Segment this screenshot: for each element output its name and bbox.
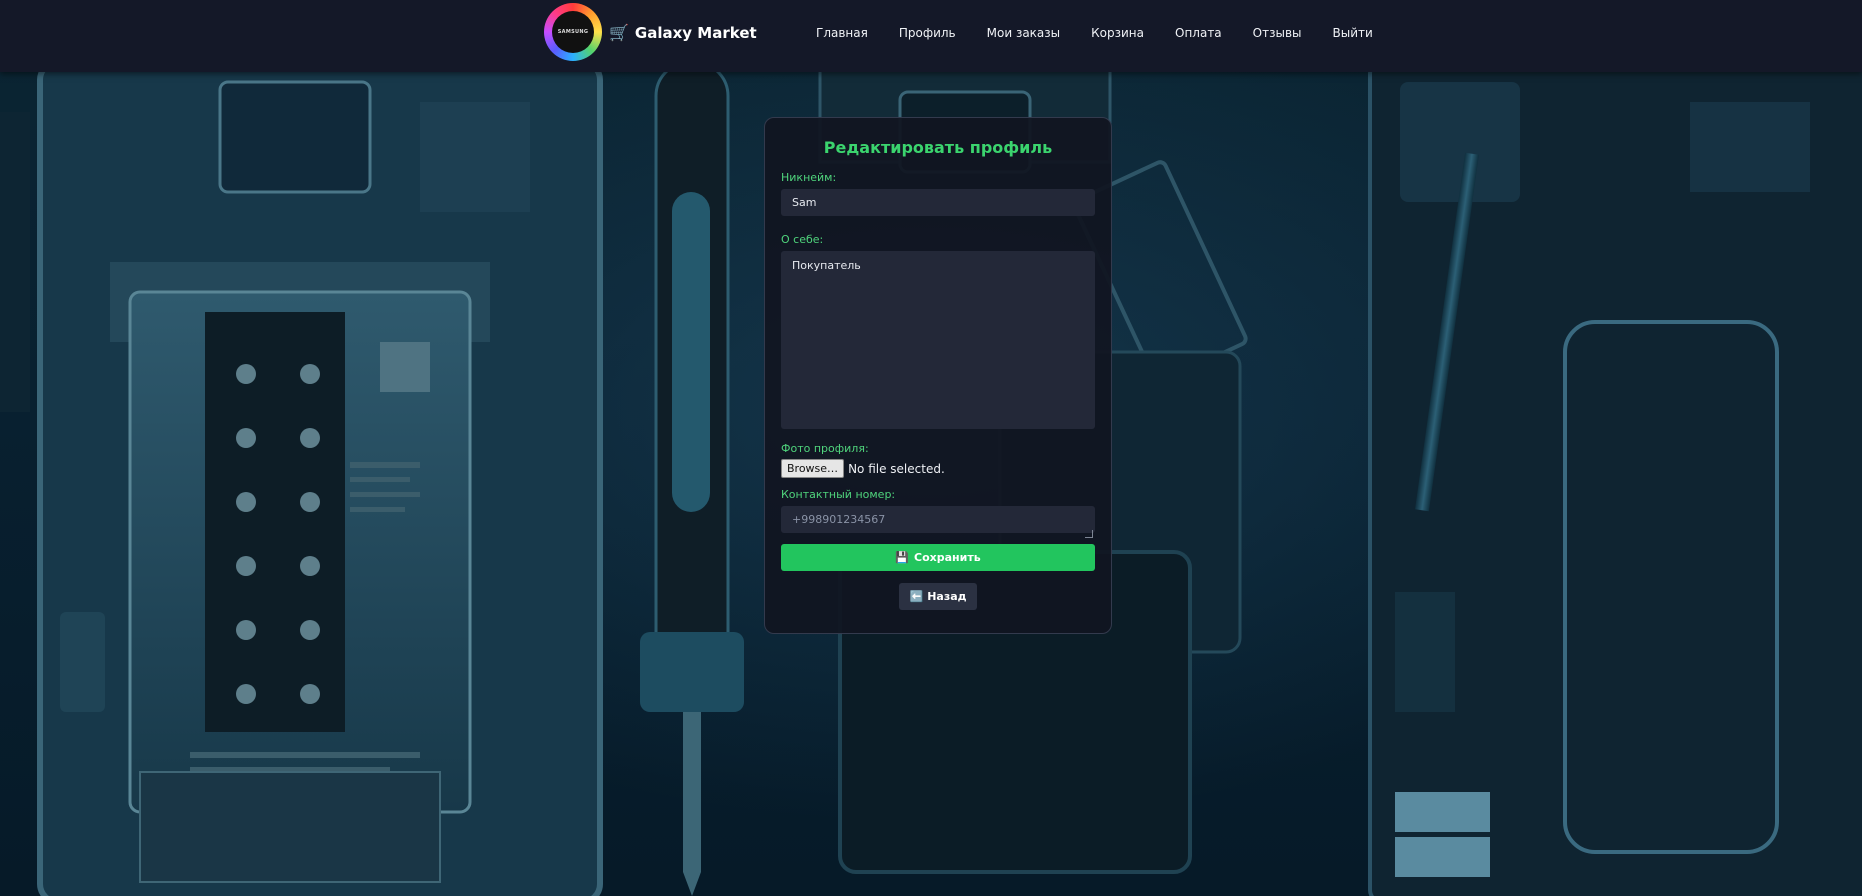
nickname-label: Никнейм: <box>781 171 837 184</box>
nav-link-reviews[interactable]: Отзывы <box>1253 26 1302 40</box>
cart-icon: 🛒 <box>609 23 629 42</box>
phone-label: Контактный номер: <box>781 488 896 501</box>
brand[interactable]: 🛒 Galaxy Market <box>609 20 757 46</box>
samsung-logo-text: SAMSUNG <box>552 11 594 53</box>
save-button[interactable]: 💾 Сохранить <box>781 544 1095 571</box>
file-picker: Browse… No file selected. <box>781 459 1095 478</box>
nav-link-home[interactable]: Главная <box>816 26 868 40</box>
main-nav: Главная Профиль Мои заказы Корзина Оплат… <box>816 22 1373 44</box>
photo-label: Фото профиля: <box>781 442 869 455</box>
samsung-logo[interactable]: SAMSUNG <box>544 3 602 61</box>
nav-link-profile[interactable]: Профиль <box>899 26 956 40</box>
nav-link-orders[interactable]: Мои заказы <box>987 26 1061 40</box>
arrow-left-icon: ⬅️ <box>909 590 924 603</box>
nav-link-cart[interactable]: Корзина <box>1091 26 1144 40</box>
floppy-disk-icon: 💾 <box>895 551 910 564</box>
nav-link-payment[interactable]: Оплата <box>1175 26 1222 40</box>
back-button-label: Назад <box>927 590 967 603</box>
brand-name: Galaxy Market <box>634 24 757 42</box>
edit-profile-card: Редактировать профиль Никнейм: О себе: П… <box>764 117 1112 634</box>
file-status: No file selected. <box>848 461 945 476</box>
back-wrap: ⬅️ Назад <box>781 583 1095 610</box>
top-navbar: SAMSUNG 🛒 Galaxy Market Главная Профиль … <box>0 0 1862 72</box>
about-label: О себе: <box>781 233 824 246</box>
about-textarea[interactable]: Покупатель <box>781 251 1095 429</box>
save-button-label: Сохранить <box>914 551 981 564</box>
browse-button[interactable]: Browse… <box>781 459 845 478</box>
nav-link-logout[interactable]: Выйти <box>1333 26 1373 40</box>
nickname-input[interactable] <box>781 189 1095 216</box>
page-title: Редактировать профиль <box>823 138 1053 157</box>
textarea-resize-handle[interactable] <box>1085 530 1093 538</box>
phone-input[interactable] <box>781 506 1095 533</box>
back-button[interactable]: ⬅️ Назад <box>899 583 977 610</box>
